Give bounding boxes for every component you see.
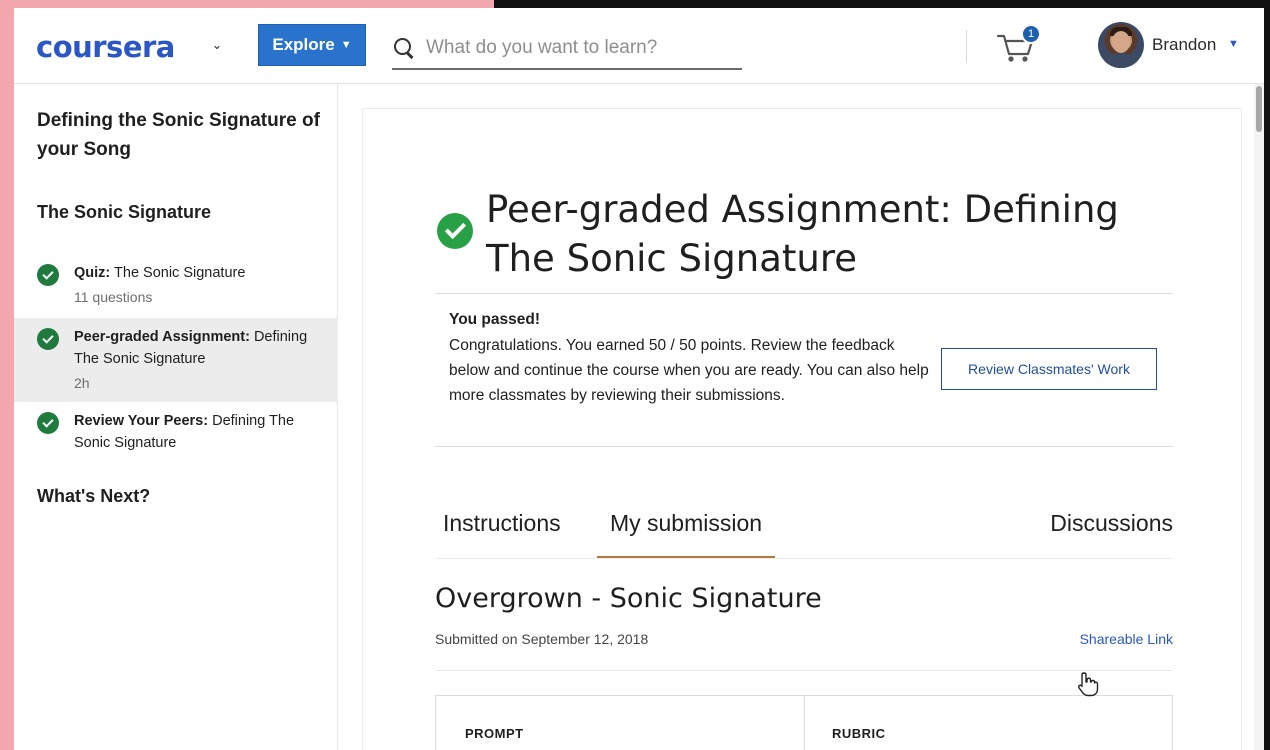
review-classmates-button[interactable]: Review Classmates' Work [941, 348, 1157, 390]
scrollbar-thumb[interactable] [1256, 86, 1262, 132]
tab-instructions[interactable]: Instructions [435, 504, 585, 558]
avatar[interactable] [1098, 22, 1144, 68]
course-sidebar: Defining the Sonic Signature of your Son… [14, 84, 338, 750]
divider [435, 293, 1173, 294]
submission-title: Overgrown - Sonic Signature [435, 583, 822, 614]
item-type: Review Your Peers: [74, 413, 209, 429]
item-type: Peer-graded Assignment: [74, 329, 250, 345]
tabs-divider [435, 558, 1173, 559]
submission-table: PROMPT RUBRIC [435, 695, 1173, 750]
window-border-top [494, 0, 1270, 8]
search-bar[interactable] [392, 28, 742, 70]
check-circle-icon [37, 412, 59, 434]
window-border-right [1264, 0, 1270, 750]
coursera-logo[interactable]: coursera [36, 30, 175, 64]
column-header-prompt: PROMPT [465, 726, 524, 741]
item-type: Quiz: [74, 265, 111, 281]
shareable-link[interactable]: Shareable Link [1075, 631, 1173, 647]
check-circle-icon [37, 328, 59, 350]
chevron-down-icon[interactable]: ⌄ [206, 34, 228, 56]
main-content: Peer-graded Assignment: Defining The Son… [362, 108, 1242, 750]
search-icon[interactable] [392, 36, 416, 60]
explore-button[interactable]: Explore ▼ [258, 24, 366, 66]
lesson-title[interactable]: The Sonic Signature [37, 202, 211, 223]
passed-message: Congratulations. You earned 50 / 50 poin… [449, 337, 929, 404]
explore-label: Explore [272, 35, 335, 54]
item-meta: 11 questions [74, 289, 153, 305]
user-name[interactable]: Brandon [1152, 35, 1216, 55]
whats-next-heading[interactable]: What's Next? [37, 486, 150, 507]
tab-discussions[interactable]: Discussions [1015, 504, 1173, 558]
check-circle-icon [37, 264, 59, 286]
divider [435, 670, 1173, 671]
assignment-tabs: Instructions My submission Discussions [435, 504, 1173, 558]
search-input[interactable] [426, 37, 726, 59]
cart-count-badge: 1 [1021, 24, 1041, 44]
check-circle-icon [437, 213, 473, 249]
page-title: Peer-graded Assignment: Defining The Son… [486, 188, 1119, 280]
sidebar-item-peer-graded-assignment[interactable]: Peer-graded Assignment: Defining The Son… [14, 318, 338, 402]
submitted-date: Submitted on September 12, 2018 [435, 631, 649, 647]
tab-my-submission[interactable]: My submission [597, 504, 775, 558]
top-header: coursera ⌄ Explore ▼ 1 Bra [14, 8, 1264, 84]
module-title[interactable]: Defining the Sonic Signature of your Son… [37, 106, 322, 164]
hand-cursor-icon [1077, 672, 1099, 697]
item-title: The Sonic Signature [110, 265, 246, 281]
column-header-rubric: RUBRIC [832, 726, 886, 741]
header-divider [966, 30, 967, 62]
caret-down-icon: ▼ [340, 39, 352, 51]
sidebar-item-review-peers[interactable]: Review Your Peers: Defining The Sonic Si… [14, 410, 338, 456]
item-meta: 2h [74, 375, 90, 391]
passed-title: You passed! [449, 311, 541, 328]
background-left [0, 0, 14, 750]
background-top [0, 0, 494, 8]
divider [435, 446, 1173, 447]
caret-down-icon[interactable]: ▼ [1228, 38, 1239, 50]
sidebar-item-quiz[interactable]: Quiz: The Sonic Signature 11 questions [14, 262, 338, 308]
browser-window: coursera ⌄ Explore ▼ 1 Bra [14, 8, 1264, 750]
page-scrollbar[interactable] [1254, 84, 1264, 750]
